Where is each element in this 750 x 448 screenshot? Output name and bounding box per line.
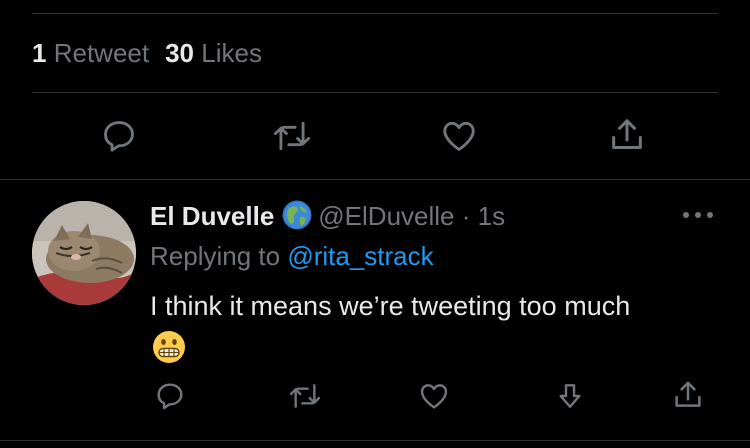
retweets-stat[interactable]: 1 Retweet: [32, 38, 149, 68]
retweet-icon[interactable]: [284, 378, 326, 414]
replying-to-line: Replying to @rita_strack: [150, 239, 434, 273]
separator-dot: ·: [461, 201, 471, 231]
share-icon[interactable]: [606, 114, 648, 156]
bottom-divider: [0, 440, 750, 441]
reply-icon[interactable]: [152, 378, 188, 414]
avatar[interactable]: [32, 201, 136, 305]
author-display-name[interactable]: El Duvelle: [150, 201, 274, 231]
author-handle[interactable]: @ElDuvelle: [318, 201, 454, 231]
actions-divider: [0, 179, 750, 180]
more-options-icon[interactable]: [680, 208, 716, 226]
stats-divider: [32, 92, 718, 93]
like-icon[interactable]: [416, 378, 452, 414]
likes-stat[interactable]: 30 Likes: [165, 38, 262, 68]
retweet-count: 1: [32, 38, 47, 68]
reply-author-line: El Duvelle @ElDuvelle · 1s: [150, 199, 505, 238]
replying-to-mention[interactable]: @rita_strack: [287, 241, 433, 271]
share-icon[interactable]: [670, 376, 706, 414]
reply-tweet-text: I think it means we’re tweeting too much: [150, 291, 631, 321]
replying-prefix: Replying to: [150, 241, 281, 271]
engagement-stats: 1 Retweet 30 Likes: [32, 38, 262, 69]
retweet-label: Retweet: [53, 38, 150, 68]
tweet-timestamp[interactable]: 1s: [478, 201, 505, 231]
like-icon[interactable]: [438, 116, 480, 156]
reply-icon[interactable]: [98, 116, 140, 156]
top-divider: [32, 13, 718, 14]
like-count: 30: [165, 38, 195, 68]
globe-emoji-icon: [282, 200, 312, 238]
downvote-icon[interactable]: [552, 378, 588, 414]
like-label: Likes: [201, 38, 262, 68]
retweet-icon[interactable]: [266, 116, 318, 156]
grimacing-face-emoji-icon: [152, 330, 186, 369]
